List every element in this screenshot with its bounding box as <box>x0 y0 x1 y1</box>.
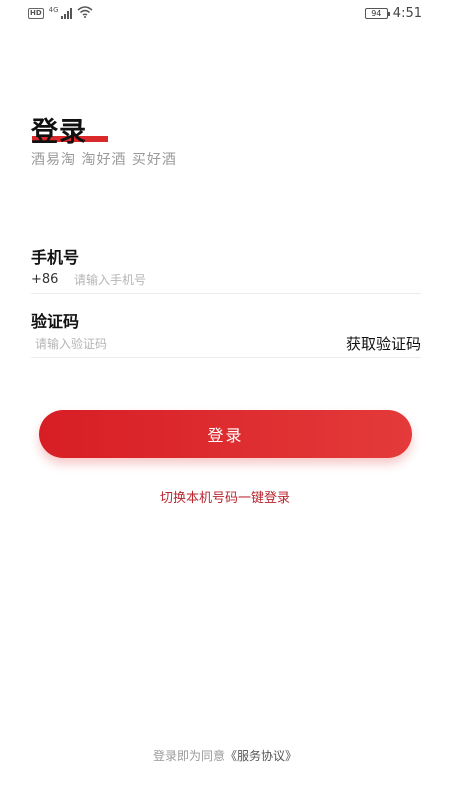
network-type: 4G <box>48 6 59 14</box>
phone-label: 手机号 <box>31 248 80 267</box>
country-code[interactable]: +86 <box>31 272 74 287</box>
title-block: 登录 <box>31 110 108 149</box>
slogan: 酒易淘 淘好酒 买好酒 <box>31 152 177 168</box>
status-left: HD 4G <box>28 5 93 21</box>
battery-icon: 94 <box>364 7 390 19</box>
clock: 4:51 <box>392 5 422 21</box>
phone-input[interactable] <box>74 272 421 287</box>
hd-badge: HD <box>28 7 44 19</box>
wifi-icon <box>77 5 93 21</box>
login-button[interactable]: 登录 <box>39 410 412 458</box>
agreement-prefix: 登录即为同意 <box>152 749 225 763</box>
service-agreement-link[interactable]: 《服务协议》 <box>225 749 297 763</box>
battery-level: 94 <box>371 8 382 18</box>
code-label: 验证码 <box>31 312 80 331</box>
get-code-button[interactable]: 获取验证码 <box>346 333 421 354</box>
agreement-text: 登录即为同意《服务协议》 <box>0 747 450 764</box>
signal-icon <box>60 7 72 19</box>
status-bar: HD 4G 94 4:51 <box>0 0 450 26</box>
code-row: 获取验证码 <box>31 330 421 358</box>
page-title: 登录 <box>31 117 87 148</box>
login-screen: HD 4G 94 4:51 登录 酒易淘 淘好酒 买好酒 手机号 +86 请输入… <box>0 0 450 800</box>
status-right: 94 4:51 <box>364 5 422 21</box>
code-input[interactable] <box>31 336 346 351</box>
phone-row: +86 <box>31 266 421 294</box>
one-click-login-link[interactable]: 切换本机号码一键登录 <box>0 487 450 506</box>
